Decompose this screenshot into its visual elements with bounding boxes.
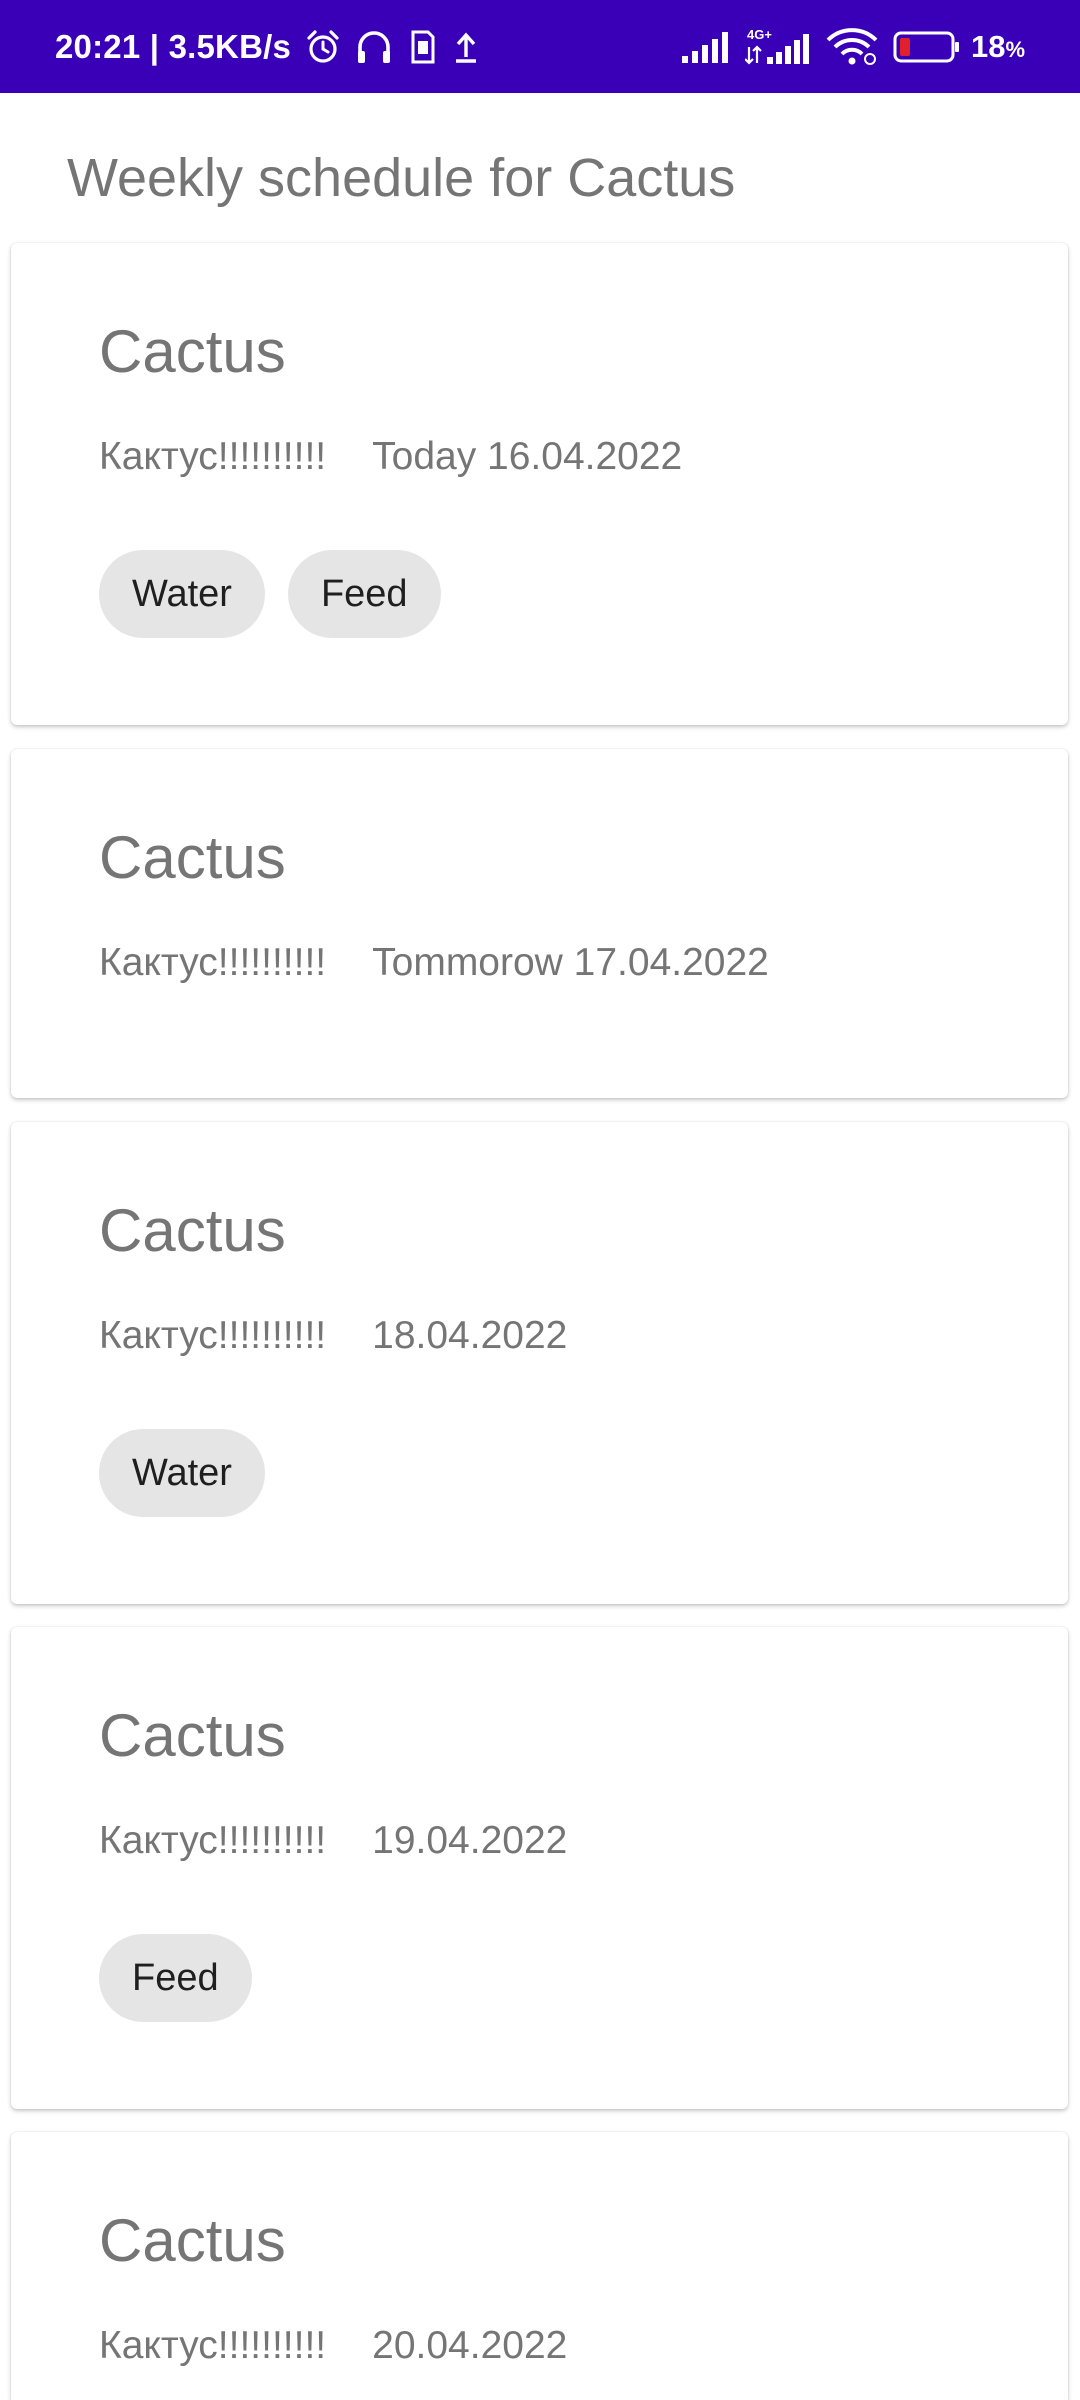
card-subtitle-row: Кактус!!!!!!!!!! Today 16.04.2022 — [99, 435, 682, 479]
alarm-icon — [305, 29, 341, 65]
card-date: 19.04.2022 — [372, 1819, 568, 1862]
card-title: Cactus — [99, 824, 286, 891]
card-subtitle: Кактус!!!!!!!!!! — [99, 1314, 327, 1357]
card-title: Cactus — [99, 318, 286, 385]
sim-card-icon — [407, 29, 437, 65]
card-title: Cactus — [99, 2207, 286, 2274]
headphones-icon — [355, 28, 393, 66]
schedule-card[interactable]: Cactus Кактус!!!!!!!!!! Today 16.04.2022… — [11, 243, 1068, 725]
feed-chip[interactable]: Feed — [99, 1934, 252, 2022]
status-right: 4G+ 18% — [667, 0, 1025, 93]
card-subtitle: Кактус!!!!!!!!!! — [99, 2324, 327, 2367]
card-subtitle: Кактус!!!!!!!!!! — [99, 435, 327, 478]
status-bar: 20:21 | 3.5KB/s 4G+ 18% — [0, 0, 1080, 93]
card-subtitle-row: Кактус!!!!!!!!!! 18.04.2022 — [99, 1314, 567, 1358]
card-subtitle: Кактус!!!!!!!!!! — [99, 1819, 327, 1862]
card-title: Cactus — [99, 1197, 286, 1264]
battery-value: 18 — [970, 28, 1006, 64]
water-chip[interactable]: Water — [99, 550, 265, 638]
schedule-card[interactable]: Cactus Кактус!!!!!!!!!! 19.04.2022 Feed — [11, 1627, 1068, 2109]
wifi-icon — [825, 27, 879, 66]
battery-unit: % — [1005, 36, 1025, 62]
card-date: 20.04.2022 — [372, 2324, 568, 2367]
schedule-card[interactable]: Cactus Кактус!!!!!!!!!! Tommorow 17.04.2… — [11, 749, 1068, 1098]
page-title: Weekly schedule for Cactus — [67, 148, 736, 208]
card-subtitle-row: Кактус!!!!!!!!!! 20.04.2022 — [99, 2324, 567, 2368]
battery-icon — [893, 30, 961, 64]
schedule-card[interactable]: Cactus Кактус!!!!!!!!!! 18.04.2022 Water — [11, 1122, 1068, 1604]
card-subtitle-row: Кактус!!!!!!!!!! 19.04.2022 — [99, 1819, 567, 1863]
battery-percentage: 18% — [971, 29, 1025, 65]
card-chips: Feed — [99, 1934, 275, 2022]
network-label: 4G+ — [747, 27, 772, 42]
card-date: Tommorow 17.04.2022 — [372, 941, 769, 984]
schedule-card[interactable]: Cactus Кактус!!!!!!!!!! 20.04.2022 — [11, 2132, 1068, 2400]
upload-icon — [451, 29, 481, 65]
card-date: 18.04.2022 — [372, 1314, 568, 1357]
feed-chip[interactable]: Feed — [287, 550, 441, 638]
card-date: Today 16.04.2022 — [372, 435, 683, 478]
signal-4g-icon: 4G+ — [744, 27, 811, 67]
card-chips: Water — [99, 1429, 288, 1517]
card-title: Cactus — [99, 1702, 286, 1769]
signal-icon — [681, 30, 731, 64]
status-left: 20:21 | 3.5KB/s — [55, 0, 481, 93]
card-chips: Water Feed — [99, 550, 464, 638]
water-chip[interactable]: Water — [99, 1429, 265, 1517]
status-time-speed: 20:21 | 3.5KB/s — [55, 27, 292, 65]
card-subtitle-row: Кактус!!!!!!!!!! Tommorow 17.04.2022 — [99, 941, 769, 985]
card-subtitle: Кактус!!!!!!!!!! — [99, 941, 327, 984]
